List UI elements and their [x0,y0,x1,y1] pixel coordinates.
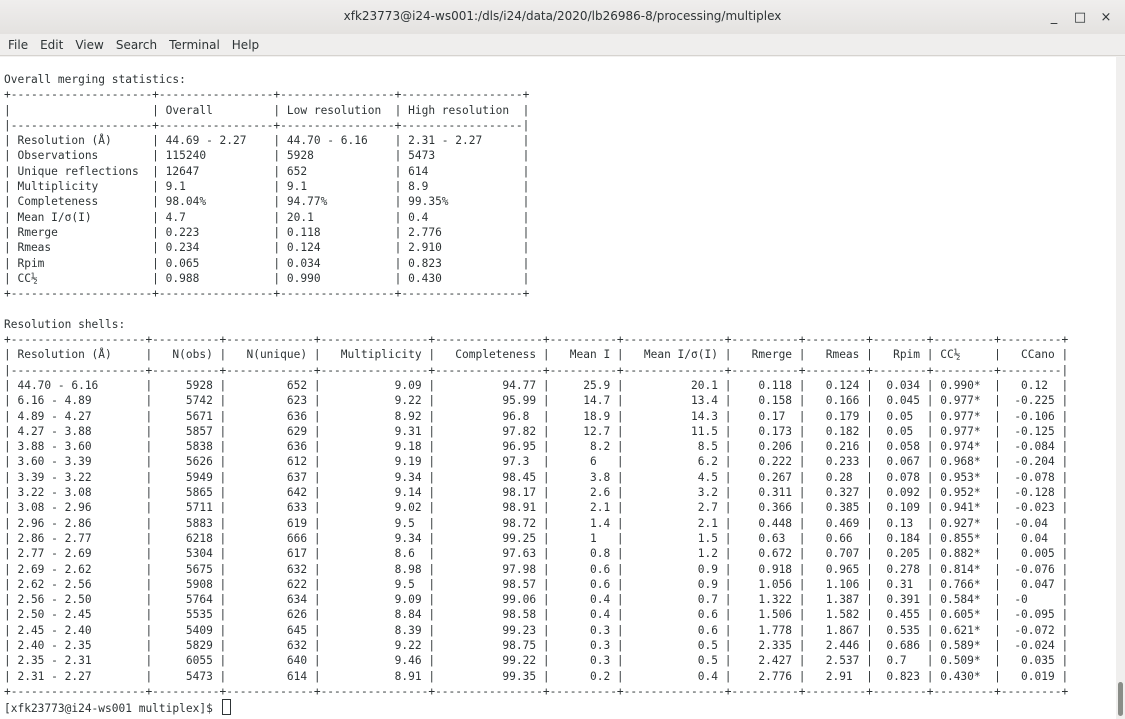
terminal-line: | 4.89 - 4.27 | 5671 | 636 | 8.92 | 96.8… [4,409,1069,423]
terminal-line: | 3.22 - 3.08 | 5865 | 642 | 9.14 | 98.1… [4,486,1069,500]
terminal-line: |--------------------+----------+-------… [4,363,1069,377]
menu-help[interactable]: Help [226,38,265,52]
text-cursor [221,699,231,716]
terminal-line: +--------------------+----------+-------… [4,333,1069,347]
terminal-line: | Multiplicity | 9.1 | 9.1 | 8.9 | [4,180,530,194]
terminal-line: | 2.35 - 2.31 | 6055 | 640 | 9.46 | 99.2… [4,654,1069,668]
menu-bar: File Edit View Search Terminal Help [0,34,1125,56]
close-button[interactable]: × [1093,8,1119,26]
terminal-line: | 2.69 - 2.62 | 5675 | 632 | 8.98 | 97.9… [4,562,1069,576]
terminal-line: | 3.39 - 3.22 | 5949 | 637 | 9.34 | 98.4… [4,470,1069,484]
menu-edit[interactable]: Edit [34,38,69,52]
terminal-line: | 2.96 - 2.86 | 5883 | 619 | 9.5 | 98.72… [4,516,1069,530]
menu-terminal[interactable]: Terminal [163,38,226,52]
terminal-line: +---------------------+-----------------… [4,88,530,102]
terminal-line: | Observations | 115240 | 5928 | 5473 | [4,149,530,163]
minimize-button[interactable]: _ [1041,8,1067,26]
terminal-output: Overall merging statistics: +-----------… [0,57,1116,716]
terminal-line: | 2.62 - 2.56 | 5908 | 622 | 9.5 | 98.57… [4,577,1069,591]
vertical-scrollbar[interactable] [1116,57,1125,719]
terminal-line: | 44.70 - 6.16 | 5928 | 652 | 9.09 | 94.… [4,378,1069,392]
window-title: xfk23773@i24-ws001:/dls/i24/data/2020/lb… [343,9,782,23]
terminal-line: | Resolution (Å) | N(obs) | N(unique) | … [4,348,1069,362]
shell-prompt: [xfk23773@i24-ws001 multiplex]$ [4,702,220,716]
terminal-line: Resolution shells: [4,317,126,331]
terminal-area[interactable]: Overall merging statistics: +-----------… [0,57,1116,719]
terminal-line: | 2.31 - 2.27 | 5473 | 614 | 8.91 | 99.3… [4,669,1069,683]
terminal-line: | | Overall | Low resolution | High reso… [4,103,530,117]
window-titlebar[interactable]: xfk23773@i24-ws001:/dls/i24/data/2020/lb… [0,0,1125,35]
terminal-line: | 2.40 - 2.35 | 5829 | 632 | 9.22 | 98.7… [4,638,1069,652]
terminal-line: | Completeness | 98.04% | 94.77% | 99.35… [4,195,530,209]
menu-view[interactable]: View [69,38,109,52]
terminal-line: +---------------------+-----------------… [4,287,530,301]
terminal-line: | Rpim | 0.065 | 0.034 | 0.823 | [4,256,530,270]
terminal-line: Overall merging statistics: [4,73,186,86]
terminal-line: | 3.88 - 3.60 | 5838 | 636 | 9.18 | 96.9… [4,440,1069,454]
terminal-line: | 6.16 - 4.89 | 5742 | 623 | 9.22 | 95.9… [4,394,1069,408]
terminal-line: | CC½ | 0.988 | 0.990 | 0.430 | [4,271,530,285]
scrollbar-thumb[interactable] [1118,682,1123,716]
terminal-line: | 3.60 - 3.39 | 5626 | 612 | 9.19 | 97.3… [4,455,1069,469]
terminal-line: | 2.86 - 2.77 | 6218 | 666 | 9.34 | 99.2… [4,531,1069,545]
terminal-line: +--------------------+----------+-------… [4,684,1069,698]
terminal-text: Overall merging statistics: +-----------… [4,73,1068,698]
terminal-line: | 2.50 - 2.45 | 5535 | 626 | 8.84 | 98.5… [4,608,1069,622]
terminal-line: | Unique reflections | 12647 | 652 | 614… [4,164,530,178]
menu-search[interactable]: Search [110,38,163,52]
terminal-line: | Rmeas | 0.234 | 0.124 | 2.910 | [4,241,530,255]
maximize-button[interactable]: □ [1067,8,1093,26]
terminal-line: | Mean I/σ(I) | 4.7 | 20.1 | 0.4 | [4,210,530,224]
terminal-line: | 4.27 - 3.88 | 5857 | 629 | 9.31 | 97.8… [4,424,1069,438]
window-controls: _ □ × [1041,8,1119,26]
terminal-line: | Resolution (Å) | 44.69 - 2.27 | 44.70 … [4,134,530,148]
terminal-line: | 2.45 - 2.40 | 5409 | 645 | 8.39 | 99.2… [4,623,1069,637]
terminal-line: | 2.56 - 2.50 | 5764 | 634 | 9.09 | 99.0… [4,593,1069,607]
terminal-line: |---------------------+-----------------… [4,118,530,132]
terminal-line: | 2.77 - 2.69 | 5304 | 617 | 8.6 | 97.63… [4,547,1069,561]
menu-file[interactable]: File [2,38,34,52]
terminal-line: | Rmerge | 0.223 | 0.118 | 2.776 | [4,225,530,239]
terminal-line: | 3.08 - 2.96 | 5711 | 633 | 9.02 | 98.9… [4,501,1069,515]
